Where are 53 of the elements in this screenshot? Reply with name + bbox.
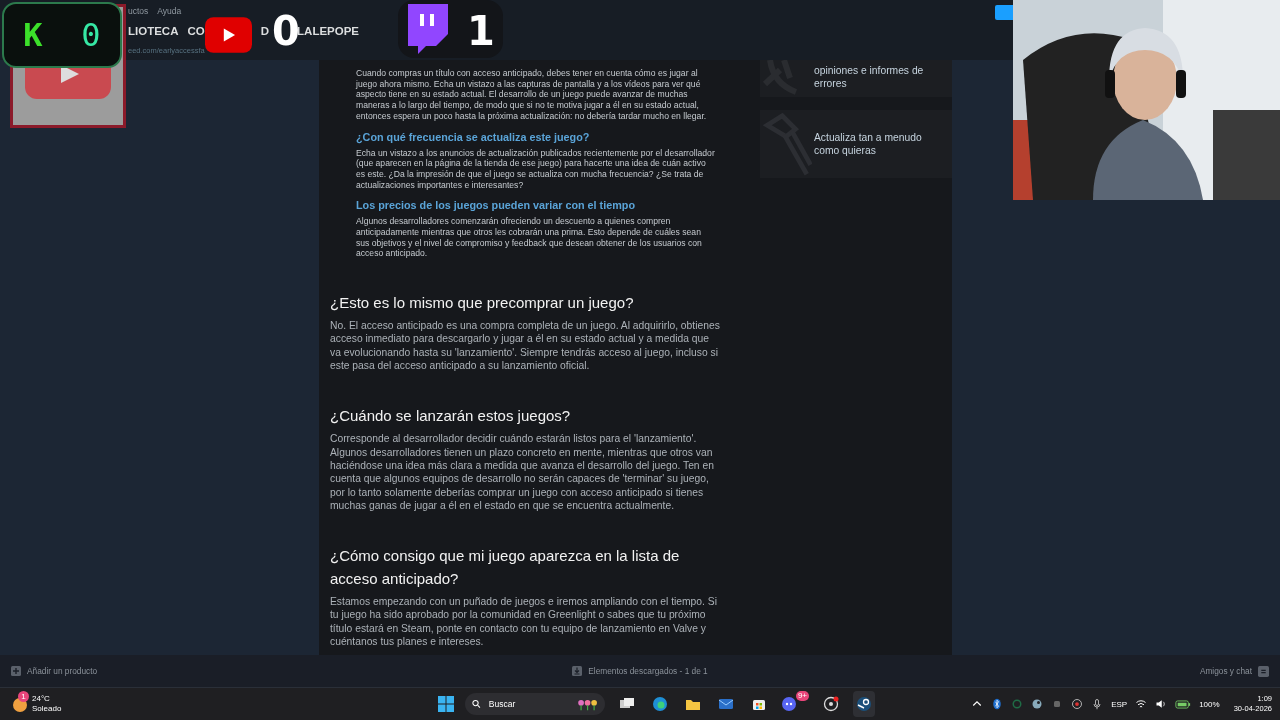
section-heading: ¿Con qué frecuencia se actualiza este juego? <box>356 129 591 144</box>
weather-condition: Soleado <box>32 704 62 714</box>
paragraph: No. El acceso anticipado es una compra completa de un juego. Al adquirirlo, obtienes acceso inmediato para descargarlo y jugar a él en su estado actual y a medida que va evolucionando hasta su 'lanzamiento'. Siempre tendrás acceso al juego, incluso si este pasa del acceso anticipado a su lanzamiento oficial. <box>330 319 721 373</box>
search-field[interactable]: Buscar <box>486 698 571 710</box>
nav-tab[interactable]: CO <box>187 25 205 41</box>
nav-tab[interactable]: D <box>260 25 270 41</box>
downloads-status[interactable]: Elementos descargados - 1 de 1 <box>588 666 708 676</box>
paragraph: Cuando compras un título con acceso anticipado, debes tener en cuenta cómo es jugar al juego ahora mismo. Echa un vistazo a las capturas de pantalla y a los vídeos para ver qué aspecto tiene en su estado actual. El desarrollo de un juego puede avanzar de muchas maneras a lo largo del tiempo, de modo que si no te motiva jugar a él en su estado actual, entonces espera un poco hasta la próxima actualización: no debería tardar mucho en llegar. <box>356 68 708 122</box>
edge-icon <box>652 696 668 712</box>
search-bar[interactable]: Buscar <box>465 693 605 715</box>
menu-item[interactable]: uctos <box>128 6 149 18</box>
nav-tab[interactable]: LIOTECA <box>128 25 179 41</box>
add-product-link[interactable]: Añadir un producto <box>27 666 98 676</box>
microphone-icon[interactable] <box>1091 698 1104 710</box>
feature-text: opiniones e informes de errores <box>814 64 925 90</box>
paragraph: Estamos empezando con un puñado de juegos e iremos ampliando con el tiempo. Si tu juego ha sido aprobado por la comunidad en Greenlight o sabes que tu próximo título estará en Steam, ponte en contacto con tu equipo de lanzamiento en Valve y cuéntanos tus planes e intereses. <box>330 595 718 649</box>
paragraph: Echa un vistazo a los anuncios de actualización publicados recientemente por el desarrollador (que aparecen en la página de la tienda de ese juego) para hacerte una idea de cuán activo es este. ¿Da la impresión de que el juego se actualiza con mucha frecuencia? ¿Se trata de actualizaciones importantes e interesantes? <box>356 147 716 191</box>
friends-chat-link[interactable]: Amigos y chat <box>1199 666 1252 676</box>
search-icon <box>472 699 481 709</box>
wifi-icon[interactable] <box>1135 698 1148 710</box>
recorder-icon <box>823 696 839 712</box>
mail-icon <box>718 696 734 712</box>
section-heading: Los precios de los juegos pueden variar con el tiempo <box>356 198 636 213</box>
battery-icon[interactable] <box>1175 698 1192 710</box>
windows-icon[interactable] <box>438 696 454 712</box>
viewer-count: 1 <box>467 9 495 53</box>
add-icon[interactable] <box>11 666 21 676</box>
friends-icon[interactable] <box>1258 665 1269 677</box>
volume-icon[interactable] <box>1155 698 1168 710</box>
section-heading: ¿Cuándo se lanzarán estos juegos? <box>330 406 572 427</box>
notification-badge: 9+ <box>795 691 809 701</box>
menu-item[interactable]: Ayuda <box>157 6 182 18</box>
bluetooth-icon[interactable] <box>991 698 1004 710</box>
paragraph: Algunos desarrolladores comenzarán ofreciendo un descuento a quienes compren anticipadamente mientras que otros les cobrarán una prima. Esto depende de cuáles sean sus objetivos y el nivel de compromiso y feedback que desean obtener de los usuarios con acceso anticipado. <box>356 216 703 260</box>
temperature: 24°C <box>32 694 51 704</box>
counter-logo: K <box>23 16 43 54</box>
recorder-icon[interactable] <box>1071 698 1084 710</box>
play-logo-icon <box>205 17 252 53</box>
nav-tab[interactable]: LALEPOPE <box>297 25 360 41</box>
feature-text: Actualiza tan a menudo como quieras <box>814 131 923 157</box>
paragraph: Corresponde al desarrollador decidir cuándo estarán listos para el 'lanzamiento'. Algunos desarrolladores tienen un plazo concreto en mente, mientras que otros van haciéndose una idea más clara a medida que avanza el desarrollo del juego. Ten en cuenta que algunos equipos de desarrollo no serán capaces de 'terminar' su juego, por lo tanto solamente deberías comprar un juego con acceso anticipado si tienes muchas ganas de jugar a él en el estado en que se encuentra actualmente. <box>330 432 715 513</box>
circle-icon[interactable] <box>1011 698 1024 710</box>
language-indicator[interactable]: ESP <box>1111 699 1128 709</box>
battery-level: 100% <box>1199 699 1220 709</box>
section-heading: ¿Cómo consigo que mi juego aparezca en la lista de acceso anticipado? <box>330 546 681 590</box>
flowers-icon <box>576 697 598 711</box>
taskbar-app[interactable]: 9+ <box>781 691 809 717</box>
chat-app-icon <box>781 696 797 712</box>
download-icon[interactable] <box>572 666 583 676</box>
section-heading: ¿Esto es lo mismo que precomprar un juego? <box>330 293 635 314</box>
viewer-count: 0 <box>81 16 101 54</box>
notification-badge: 1 <box>18 691 29 702</box>
taskbar-app[interactable] <box>853 691 875 717</box>
